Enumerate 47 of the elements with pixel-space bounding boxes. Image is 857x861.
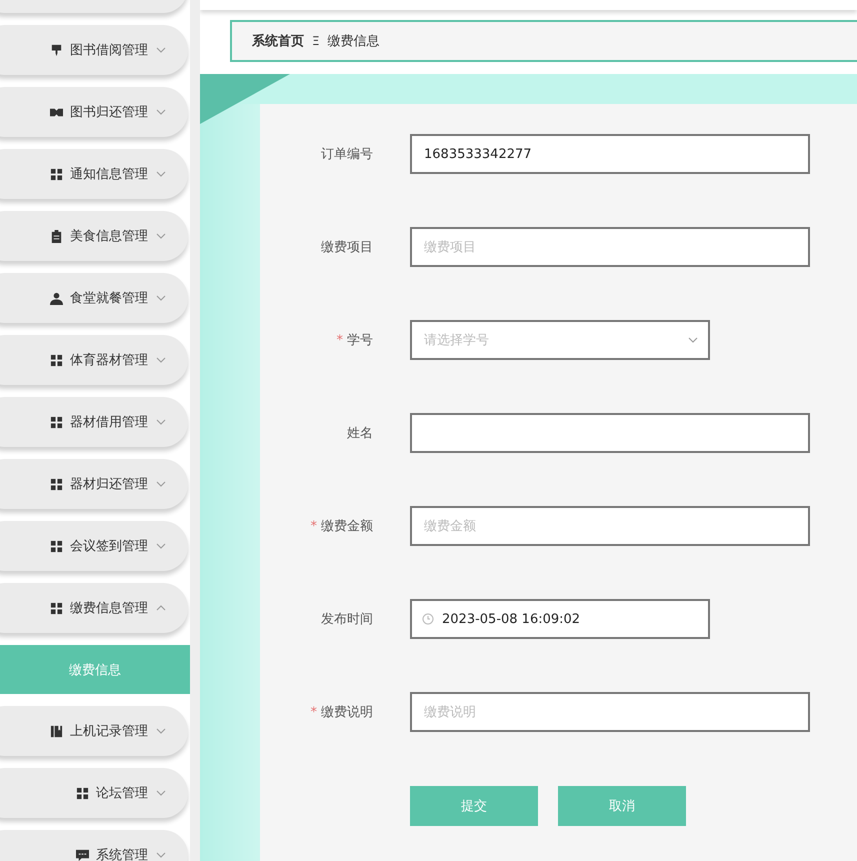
field-label: 发布时间 bbox=[321, 612, 373, 627]
clipboard-icon bbox=[50, 230, 63, 242]
menu-item[interactable]: 通知信息管理 bbox=[0, 149, 188, 199]
menu-item[interactable]: 食堂就餐管理 bbox=[0, 273, 188, 323]
menu-item[interactable]: 系统管理 bbox=[0, 830, 188, 861]
menu-item[interactable]: 会议签到管理 bbox=[0, 521, 188, 571]
grid-icon bbox=[50, 416, 63, 428]
menu-item[interactable]: 体育器材管理 bbox=[0, 335, 188, 385]
menu-item[interactable]: 器材借用管理 bbox=[0, 397, 188, 447]
breadcrumb-separator: Ξ bbox=[312, 34, 320, 48]
field-label: 缴费项目 bbox=[321, 240, 373, 255]
breadcrumb-link[interactable]: 系统首页 bbox=[252, 32, 304, 50]
input-field[interactable]: 缴费项目 bbox=[410, 227, 810, 267]
breadcrumb-current: 缴费信息 bbox=[328, 33, 380, 50]
clock-icon bbox=[422, 613, 434, 625]
menu-item[interactable]: 器材归还管理 bbox=[0, 459, 188, 509]
grid-icon bbox=[50, 602, 63, 614]
input-field[interactable] bbox=[410, 413, 810, 453]
menu-item[interactable]: 上机记录管理 bbox=[0, 706, 188, 756]
chevron-down-icon bbox=[688, 337, 698, 343]
select-field[interactable]: 请选择学号 bbox=[410, 320, 710, 360]
menu-item[interactable]: 美食信息管理 bbox=[0, 211, 188, 261]
book-icon bbox=[50, 724, 63, 738]
field-label: 姓名 bbox=[347, 426, 373, 441]
input-field[interactable]: 缴费说明 bbox=[410, 692, 810, 732]
required-mark: * bbox=[310, 705, 317, 720]
input-field[interactable]: 1683533342277 bbox=[410, 134, 810, 174]
grid-icon bbox=[50, 354, 63, 366]
menu-item[interactable]: 图书归还管理 bbox=[0, 87, 188, 137]
grid-icon bbox=[50, 168, 63, 180]
person-icon bbox=[50, 292, 63, 304]
required-mark: * bbox=[310, 519, 317, 534]
chat-icon bbox=[76, 848, 89, 861]
grid-icon bbox=[76, 786, 89, 800]
bookmark-icon bbox=[50, 44, 63, 56]
required-mark: * bbox=[336, 333, 343, 348]
field-label: 订单编号 bbox=[321, 147, 373, 162]
menu-item[interactable]: 图书借阅管理 bbox=[0, 25, 188, 75]
grid-icon bbox=[50, 478, 63, 490]
grid-icon bbox=[50, 540, 63, 552]
input-field[interactable]: 缴费金额 bbox=[410, 506, 810, 546]
field-label: 学号 bbox=[347, 333, 373, 348]
field-label: 缴费说明 bbox=[321, 705, 373, 720]
date-field[interactable]: 2023-05-08 16:09:02 bbox=[410, 599, 710, 639]
menu-item[interactable]: 缴费信息管理 bbox=[0, 583, 188, 633]
menu-item[interactable]: 论坛管理 bbox=[0, 768, 188, 818]
field-label: 缴费金额 bbox=[321, 519, 373, 534]
